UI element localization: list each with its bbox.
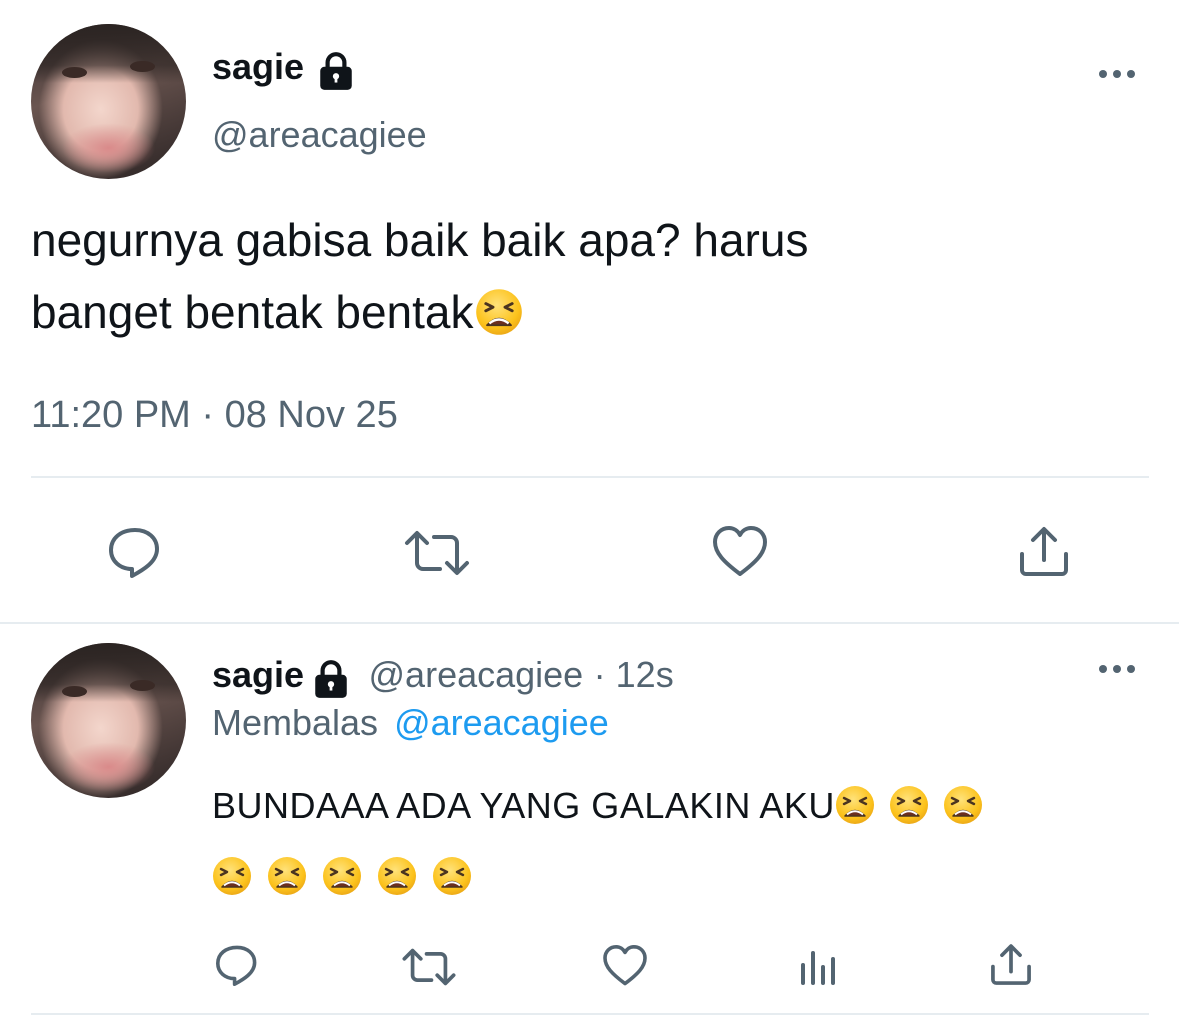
retweet-icon[interactable] — [402, 525, 472, 581]
reply-icon[interactable] — [213, 942, 261, 988]
divider — [0, 622, 1179, 624]
weary-face-emoji — [943, 785, 983, 825]
replying-label: Membalas — [212, 702, 379, 743]
tweet-text: negurnya gabisa baik baik apa? harus ban… — [31, 204, 1151, 348]
divider — [31, 476, 1149, 478]
reply-text: BUNDAAA ADA YANG GALAKIN AKU — [212, 770, 1142, 910]
weary-face-emoji — [835, 785, 875, 825]
reply-text-content: BUNDAAA ADA YANG GALAKIN AKU — [212, 785, 835, 826]
more-options-icon[interactable] — [1097, 663, 1137, 675]
weary-face-emoji — [212, 856, 252, 896]
retweet-icon[interactable] — [400, 944, 458, 990]
like-icon[interactable] — [601, 943, 649, 989]
tweet-text-line-2: banget bentak bentak — [31, 286, 474, 338]
author-handle[interactable]: @areacagiee — [212, 114, 427, 156]
time-ago: · 12s — [593, 654, 674, 695]
weary-face-emoji — [267, 856, 307, 896]
weary-face-emoji — [377, 856, 417, 896]
weary-face-emoji — [475, 288, 523, 336]
author-name-row[interactable]: sagie — [212, 46, 357, 90]
display-name: sagie — [212, 46, 305, 87]
author-name-row[interactable]: sagie @areacagiee · 12s — [212, 654, 674, 698]
views-icon[interactable] — [797, 943, 841, 989]
reply-icon[interactable] — [105, 524, 165, 580]
tweet-text-line-1: negurnya gabisa baik baik apa? harus — [31, 214, 809, 266]
weary-face-emoji — [432, 856, 472, 896]
replying-to-link[interactable]: @areacagiee — [394, 702, 609, 743]
lock-icon — [310, 658, 352, 700]
display-name: sagie — [212, 654, 305, 695]
share-icon[interactable] — [1016, 524, 1072, 580]
share-icon[interactable] — [988, 942, 1034, 988]
author-handle: @areacagiee — [368, 654, 584, 695]
weary-face-emoji — [889, 785, 929, 825]
tweet-timestamp[interactable]: 11:20 PM · 08 Nov 25 — [31, 394, 398, 437]
avatar[interactable] — [31, 643, 186, 798]
more-options-icon[interactable] — [1097, 68, 1137, 80]
like-icon[interactable] — [710, 524, 770, 580]
replying-to: Membalas @areacagiee — [212, 702, 609, 744]
divider — [31, 1013, 1149, 1015]
avatar[interactable] — [31, 24, 186, 179]
weary-face-emoji — [322, 856, 362, 896]
lock-icon — [315, 50, 357, 92]
